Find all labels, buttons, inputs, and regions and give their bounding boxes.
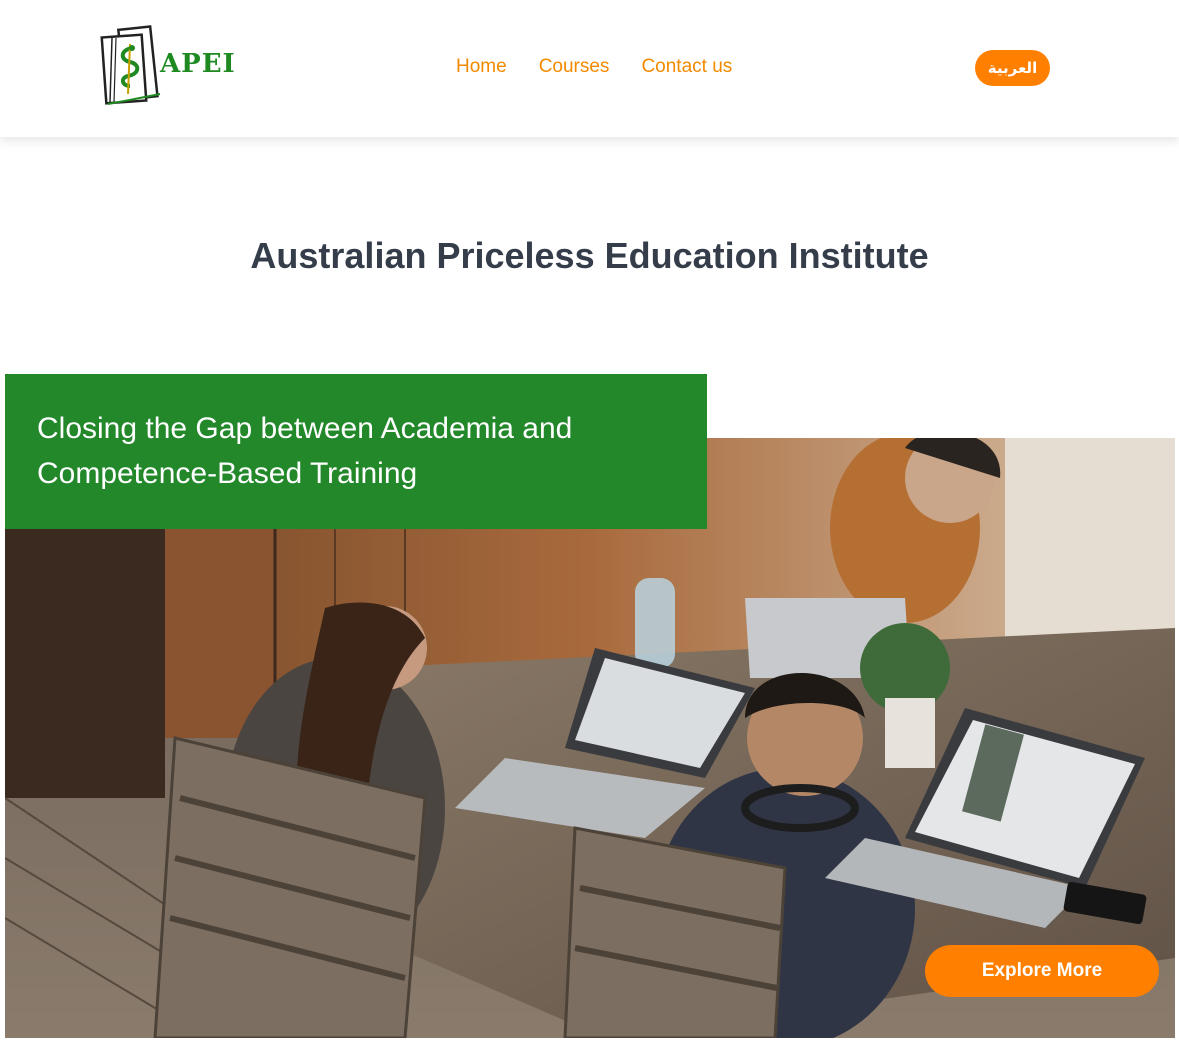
hero-tagline: Closing the Gap between Academia and Com… (37, 412, 573, 490)
language-switch-button[interactable]: العربية (975, 50, 1050, 86)
page-title: Australian Priceless Education Institute (250, 235, 929, 276)
explore-more-button[interactable]: Explore More (925, 945, 1159, 997)
main-nav: Home Courses Contact us (456, 56, 764, 78)
top-navbar: APEI Home Courses Contact us العربية (0, 0, 1179, 137)
tagline-banner: Closing the Gap between Academia and Com… (5, 374, 707, 529)
nav-home-link[interactable]: Home (456, 56, 507, 78)
nav-courses-link[interactable]: Courses (539, 56, 610, 78)
logo-text: APEI (160, 49, 236, 79)
nav-contact-link[interactable]: Contact us (641, 56, 732, 78)
